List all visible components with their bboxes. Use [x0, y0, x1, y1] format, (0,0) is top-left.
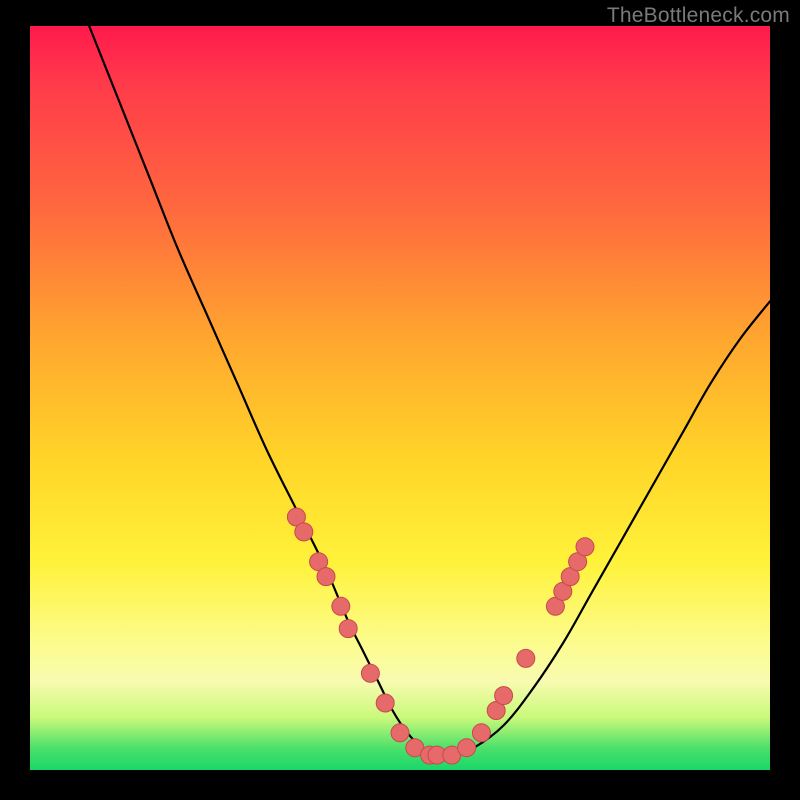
curve-line: [89, 26, 770, 756]
data-point: [332, 597, 350, 615]
data-point: [339, 620, 357, 638]
plot-area: [30, 26, 770, 770]
data-point: [391, 724, 409, 742]
data-point: [361, 664, 379, 682]
chart-svg: [30, 26, 770, 770]
data-point: [472, 724, 490, 742]
data-point: [376, 694, 394, 712]
data-point: [517, 649, 535, 667]
data-point: [576, 538, 594, 556]
data-point: [317, 568, 335, 586]
chart-frame: TheBottleneck.com: [0, 0, 800, 800]
data-point: [295, 523, 313, 541]
watermark-text: TheBottleneck.com: [607, 4, 790, 28]
data-point: [495, 687, 513, 705]
data-point: [458, 739, 476, 757]
